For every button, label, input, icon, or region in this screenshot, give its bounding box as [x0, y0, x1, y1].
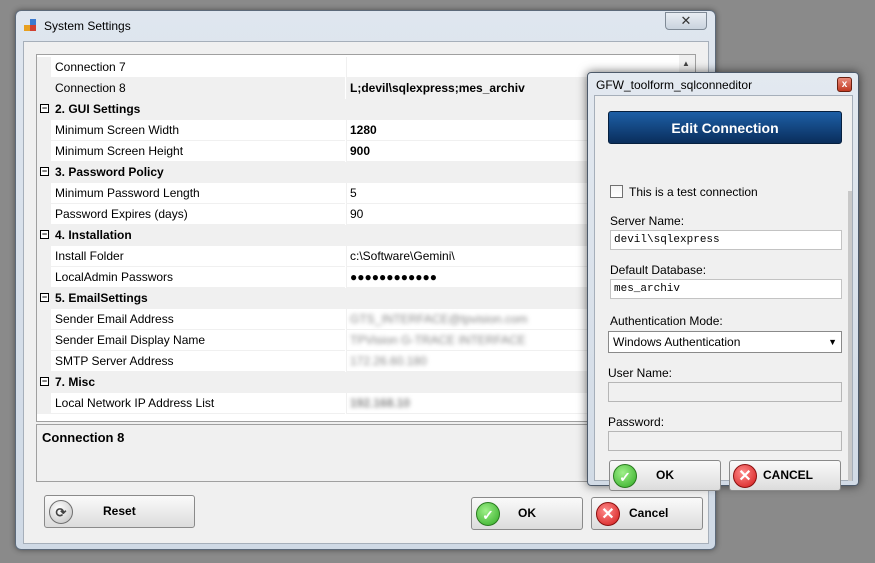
collapse-icon[interactable]: − [40, 293, 49, 302]
dialog-scrollbar[interactable] [848, 191, 852, 481]
reset-button[interactable]: ⟳ Reset [44, 495, 195, 528]
property-name: Connection 8 [51, 78, 345, 99]
check-icon: ✓ [476, 502, 500, 526]
grid-row[interactable]: Minimum Screen Width 1280 [37, 120, 681, 141]
cancel-button-label: Cancel [629, 506, 669, 520]
property-name: Password Expires (days) [51, 204, 345, 225]
authentication-mode-label: Authentication Mode: [610, 314, 723, 328]
collapse-icon[interactable]: − [40, 377, 49, 386]
category-name: 2. GUI Settings [55, 102, 141, 116]
row-margin [37, 246, 51, 267]
authentication-mode-select[interactable]: Windows Authentication ▼ [608, 331, 842, 353]
server-name-field[interactable]: devil\sqlexpress [610, 230, 842, 250]
cancel-button[interactable]: ✕ Cancel [591, 497, 703, 530]
row-margin [37, 330, 51, 351]
property-name: LocalAdmin Passwors [51, 267, 345, 288]
app-icon [24, 19, 38, 33]
row-margin [37, 120, 51, 141]
row-margin [37, 141, 51, 162]
grid-row[interactable]: Password Expires (days) 90 [37, 204, 681, 225]
grid-row[interactable]: Minimum Screen Height 900 [37, 141, 681, 162]
close-button[interactable]: ✕ [665, 12, 707, 30]
title-bar: System Settings ✕ [16, 11, 715, 41]
row-margin [37, 351, 51, 372]
grid-row[interactable]: Sender Email Address GTS_INTERFACE@tpvisi… [37, 309, 681, 330]
grid-row[interactable]: Connection 8 L;devil\sqlexpress;mes_archi… [37, 78, 681, 99]
redacted-value: TPVision G-TRACE INTERFACE [350, 333, 526, 347]
edit-connection-header: Edit Connection [608, 111, 842, 144]
row-margin [37, 309, 51, 330]
dialog-ok-label: OK [656, 468, 674, 482]
row-margin [37, 183, 51, 204]
redacted-value: GTS_INTERFACE@tpvision.com [350, 312, 528, 326]
default-database-label: Default Database: [610, 263, 707, 277]
category-name: 4. Installation [55, 228, 132, 242]
row-margin [37, 393, 51, 414]
user-name-label: User Name: [608, 366, 673, 380]
dialog-cancel-label: CANCEL [763, 468, 813, 482]
refresh-icon: ⟳ [49, 500, 73, 524]
ok-button[interactable]: ✓ OK [471, 497, 583, 530]
row-margin [37, 78, 51, 99]
row-margin [37, 57, 51, 78]
password-label: Password: [608, 415, 665, 429]
category-name: 7. Misc [55, 375, 96, 389]
property-name: Install Folder [51, 246, 345, 267]
grid-category[interactable]: −5. EmailSettings [37, 288, 681, 309]
grid-row[interactable]: Install Folder c:\Software\Gemini\ [37, 246, 681, 267]
grid-row[interactable]: LocalAdmin Passwors ●●●●●●●●●●●● [37, 267, 681, 288]
property-name: Sender Email Display Name [51, 330, 345, 351]
grid-category[interactable]: −7. Misc [37, 372, 681, 393]
category-name: 5. EmailSettings [55, 291, 148, 305]
window-title: System Settings [44, 19, 131, 33]
dialog-close-button[interactable]: x [837, 77, 852, 92]
sql-connection-editor-dialog: GFW_toolform_sqlconneditor x Edit Connec… [587, 72, 859, 491]
chevron-down-icon: ▼ [828, 337, 837, 347]
server-name-label: Server Name: [610, 214, 685, 228]
test-connection-checkbox[interactable] [610, 185, 623, 198]
password-field[interactable] [608, 431, 842, 451]
grid-row[interactable]: SMTP Server Address 172.26.60.180 [37, 351, 681, 372]
grid-row[interactable]: Minimum Password Length 5 [37, 183, 681, 204]
grid-category[interactable]: −2. GUI Settings [37, 99, 681, 120]
category-name: 3. Password Policy [55, 165, 164, 179]
description-title: Connection 8 [42, 430, 125, 445]
authentication-mode-value: Windows Authentication [613, 335, 741, 349]
grid-row[interactable]: Connection 7 [37, 57, 681, 78]
user-name-field[interactable] [608, 382, 842, 402]
property-name: Connection 7 [51, 57, 345, 78]
collapse-icon[interactable]: − [40, 167, 49, 176]
collapse-icon[interactable]: − [40, 230, 49, 239]
property-name: Local Network IP Address List [51, 393, 345, 414]
dialog-ok-button[interactable]: ✓ OK [609, 460, 721, 491]
row-margin [37, 267, 51, 288]
property-name: Sender Email Address [51, 309, 345, 330]
property-name: Minimum Password Length [51, 183, 345, 204]
x-icon: ✕ [733, 464, 757, 488]
dialog-title: GFW_toolform_sqlconneditor [596, 78, 753, 92]
collapse-icon[interactable]: − [40, 104, 49, 113]
check-icon: ✓ [613, 464, 637, 488]
grid-row[interactable]: Sender Email Display Name TPVision G-TRAC… [37, 330, 681, 351]
property-name: Minimum Screen Height [51, 141, 345, 162]
row-margin [37, 204, 51, 225]
scroll-up-icon[interactable]: ▲ [682, 59, 690, 68]
ok-button-label: OK [518, 506, 536, 520]
dialog-client-area: Edit Connection This is a test connectio… [594, 95, 853, 491]
grid-row[interactable]: Local Network IP Address List 192.168.10 [37, 393, 681, 414]
grid-category[interactable]: −3. Password Policy [37, 162, 681, 183]
redacted-value: 192.168.10 [350, 396, 411, 410]
default-database-field[interactable]: mes_archiv [610, 279, 842, 299]
test-connection-label: This is a test connection [629, 185, 758, 199]
property-name: SMTP Server Address [51, 351, 345, 372]
dialog-cancel-button[interactable]: ✕ CANCEL [729, 460, 841, 491]
x-icon: ✕ [596, 502, 620, 526]
reset-button-label: Reset [103, 504, 136, 518]
property-name: Minimum Screen Width [51, 120, 345, 141]
redacted-value: 172.26.60.180 [350, 354, 427, 368]
grid-category[interactable]: −4. Installation [37, 225, 681, 246]
